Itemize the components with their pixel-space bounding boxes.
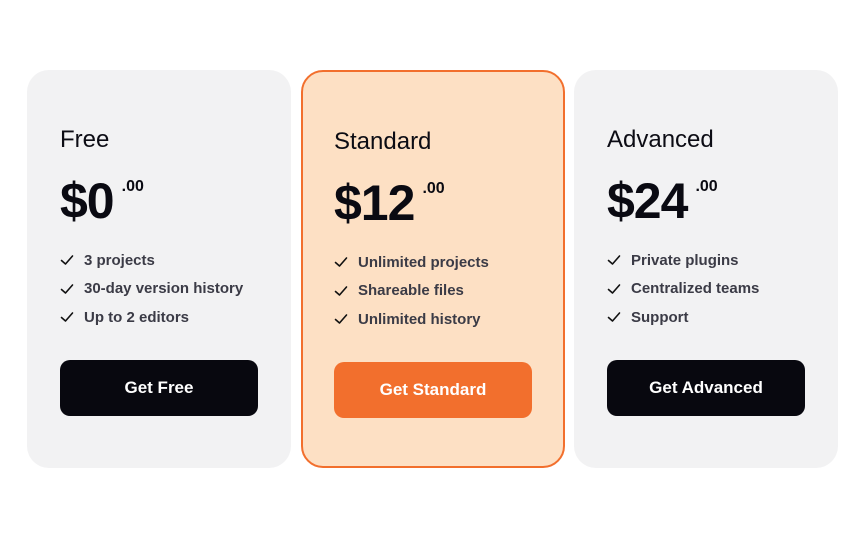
plan-price: $12 .00 [334, 174, 445, 232]
check-icon [60, 253, 74, 267]
check-icon [334, 284, 348, 298]
plan-card-standard: Standard $12 .00 Unlimited projects Sharea… [301, 70, 565, 468]
check-icon [607, 310, 621, 324]
get-free-button[interactable]: Get Free [60, 360, 258, 416]
feature-item: Unlimited projects [334, 248, 489, 277]
price-amount: $0 [60, 173, 115, 229]
check-icon [334, 312, 348, 326]
feature-label: Up to 2 editors [84, 308, 190, 326]
check-icon [60, 310, 74, 324]
plan-name: Free [60, 126, 110, 153]
feature-label: Unlimited history [358, 310, 481, 328]
price-cents: .00 [422, 180, 445, 197]
check-icon [607, 282, 621, 296]
feature-label: Private plugins [631, 251, 739, 269]
feature-item: Up to 2 editors [60, 303, 243, 332]
feature-item: Shareable files [334, 277, 489, 306]
feature-label: Unlimited projects [358, 253, 489, 271]
feature-list: 3 projects 30-day version history Up to 2 … [60, 246, 243, 332]
price-cents: .00 [121, 178, 144, 195]
plan-name: Standard [334, 128, 432, 155]
plan-name: Advanced [607, 126, 714, 153]
feature-item: Private plugins [607, 246, 759, 275]
price-amount: $12 [334, 175, 415, 231]
plan-card-free: Free $0 .00 3 projects 30-day version hist… [27, 70, 291, 468]
feature-item: 30-day version history [60, 275, 243, 304]
plan-price: $24 .00 [607, 172, 718, 230]
check-icon [607, 253, 621, 267]
feature-list: Unlimited projects Shareable files Unlimit… [334, 248, 489, 334]
price-amount: $24 [607, 173, 688, 229]
plan-price: $0 .00 [60, 172, 144, 230]
feature-label: 3 projects [84, 251, 155, 269]
feature-item: Support [607, 303, 759, 332]
get-advanced-button[interactable]: Get Advanced [607, 360, 805, 416]
feature-list: Private plugins Centralized teams Support [607, 246, 759, 332]
get-standard-button[interactable]: Get Standard [334, 362, 532, 418]
feature-item: Centralized teams [607, 275, 759, 304]
check-icon [60, 282, 74, 296]
feature-label: Shareable files [358, 282, 464, 300]
feature-item: 3 projects [60, 246, 243, 275]
price-cents: .00 [695, 178, 718, 195]
feature-label: 30-day version history [84, 280, 244, 298]
feature-label: Support [631, 308, 689, 326]
plan-card-advanced: Advanced $24 .00 Private plugins Centraliz… [574, 70, 838, 468]
check-icon [334, 255, 348, 269]
feature-item: Unlimited history [334, 305, 489, 334]
feature-label: Centralized teams [631, 280, 760, 298]
